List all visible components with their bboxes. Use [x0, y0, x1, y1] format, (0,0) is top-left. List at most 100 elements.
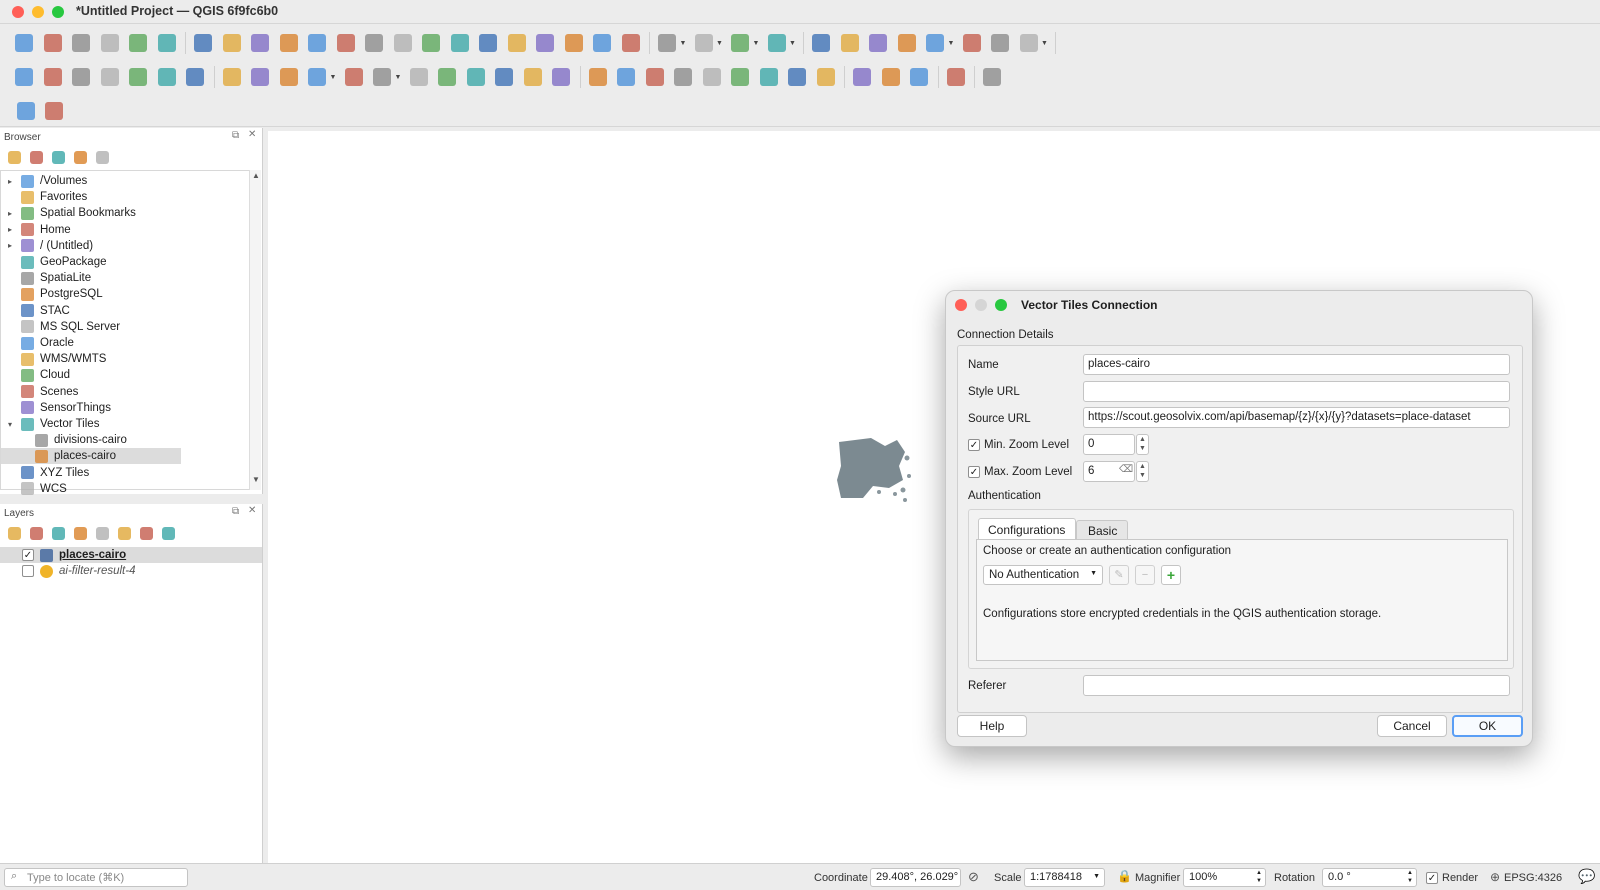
- max-zoom-checkbox[interactable]: ✓: [968, 466, 980, 478]
- pin-label-button[interactable]: [700, 65, 724, 89]
- digitize-button[interactable]: [305, 65, 329, 89]
- lock-scale-icon[interactable]: 🔒: [1117, 869, 1132, 883]
- style-url-field[interactable]: [1083, 381, 1510, 402]
- browser-item[interactable]: XYZ Tiles: [1, 465, 251, 481]
- browser-item[interactable]: Favorites: [1, 189, 251, 205]
- rotation-field[interactable]: 0.0 ° ▲ ▼: [1322, 868, 1417, 887]
- dialog-maximize-button[interactable]: [995, 299, 1007, 311]
- zoom-full-button[interactable]: [305, 31, 329, 55]
- refresh-button[interactable]: [619, 31, 643, 55]
- float-panel-icon[interactable]: ⧉: [232, 506, 239, 517]
- current-edits-button[interactable]: [248, 65, 272, 89]
- edit-auth-icon[interactable]: ✎: [1109, 565, 1129, 585]
- plugin-paint-button[interactable]: [42, 99, 66, 123]
- processing-toolbox-button[interactable]: [866, 31, 890, 55]
- messages-icon[interactable]: 💬: [1578, 868, 1595, 885]
- select-by-location-button[interactable]: [765, 31, 789, 55]
- undo-button[interactable]: [521, 65, 545, 89]
- browser-item[interactable]: Scenes: [1, 384, 251, 400]
- plugin-search-button[interactable]: [14, 99, 38, 123]
- chevron-down-icon[interactable]: ▼: [1041, 40, 1048, 47]
- save-as-button[interactable]: [98, 31, 122, 55]
- remove-layer-icon[interactable]: [162, 527, 175, 540]
- new-shapefile-button[interactable]: [69, 65, 93, 89]
- expand-arrow-icon[interactable]: ▸: [5, 177, 15, 186]
- manage-map-themes-icon[interactable]: [52, 527, 65, 540]
- toggle-editing-button[interactable]: [220, 65, 244, 89]
- clear-field-icon[interactable]: ⌫: [1119, 464, 1133, 475]
- browser-item[interactable]: divisions-cairo: [1, 432, 251, 448]
- copy-features-button[interactable]: [464, 65, 488, 89]
- float-panel-icon[interactable]: ⧉: [232, 130, 239, 141]
- help-button[interactable]: [980, 65, 1004, 89]
- chevron-down-icon[interactable]: ▼: [948, 40, 955, 47]
- browser-item[interactable]: GeoPackage: [1, 254, 251, 270]
- new-map-view-button[interactable]: [476, 31, 500, 55]
- browser-item[interactable]: PostgreSQL: [1, 286, 251, 302]
- browser-item[interactable]: WMS/WMTS: [1, 351, 251, 367]
- open-layer-styling-icon[interactable]: [8, 527, 21, 540]
- browser-item[interactable]: WCS: [1, 481, 251, 497]
- browser-item[interactable]: ▾ Vector Tiles: [1, 416, 251, 432]
- metasearch-button[interactable]: [850, 65, 874, 89]
- pan-to-selection-button[interactable]: [220, 31, 244, 55]
- chevron-down-icon[interactable]: ▼: [753, 40, 760, 47]
- browser-item[interactable]: ▸ /Volumes: [1, 173, 251, 189]
- browser-item[interactable]: places-cairo: [1, 448, 181, 465]
- browser-item[interactable]: STAC: [1, 303, 251, 319]
- chevron-down-icon[interactable]: ▼: [789, 40, 796, 47]
- max-zoom-spinner[interactable]: ▲ ▼: [1136, 461, 1149, 482]
- properties-icon[interactable]: [96, 151, 109, 164]
- open-project-button[interactable]: [41, 31, 65, 55]
- show-hide-label-button[interactable]: [728, 65, 752, 89]
- add-vector-button[interactable]: [12, 65, 36, 89]
- expand-arrow-icon[interactable]: ▸: [5, 225, 15, 234]
- zoom-to-layer-button[interactable]: [362, 31, 386, 55]
- ok-button[interactable]: OK: [1452, 715, 1523, 737]
- zoom-in-button[interactable]: [248, 31, 272, 55]
- maximize-window-button[interactable]: [52, 6, 64, 18]
- expand-arrow-icon[interactable]: ▾: [5, 420, 15, 429]
- zoom-native-button[interactable]: [391, 31, 415, 55]
- cut-features-button[interactable]: [435, 65, 459, 89]
- scroll-up-icon[interactable]: ▲: [252, 171, 260, 180]
- source-url-field[interactable]: https://scout.geosolvix.com/api/basemap/…: [1083, 407, 1510, 428]
- locator-search-input[interactable]: ⌕ Type to locate (⌘K): [4, 868, 188, 887]
- new-virtual-layer-button[interactable]: [155, 65, 179, 89]
- expand-all-icon[interactable]: [118, 527, 131, 540]
- magnifier-spinner[interactable]: ▲ ▼: [1256, 869, 1262, 885]
- chevron-down-icon[interactable]: ▼: [330, 74, 337, 81]
- layer-visibility-checkbox[interactable]: ✓: [22, 549, 34, 561]
- browser-item[interactable]: ▸ Spatial Bookmarks: [1, 205, 251, 221]
- browser-item[interactable]: SpatiaLite: [1, 270, 251, 286]
- chevron-down-icon[interactable]: ▼: [680, 40, 687, 47]
- identify-button[interactable]: [809, 31, 833, 55]
- filter-icon[interactable]: [52, 151, 65, 164]
- scale-field[interactable]: 1:1788418 ▼: [1024, 868, 1105, 887]
- collapse-all-icon[interactable]: [140, 527, 153, 540]
- min-zoom-checkbox[interactable]: ✓: [968, 439, 980, 451]
- select-features-button[interactable]: [655, 31, 679, 55]
- close-panel-icon[interactable]: ✕: [248, 129, 256, 140]
- browser-item[interactable]: Cloud: [1, 367, 251, 383]
- select-by-value-button[interactable]: [728, 31, 752, 55]
- crs-button[interactable]: EPSG:4326: [1504, 872, 1562, 884]
- browser-item[interactable]: SensorThings: [1, 400, 251, 416]
- toggle-labels-button[interactable]: [671, 65, 695, 89]
- show-bookmarks-button[interactable]: [562, 31, 586, 55]
- layer-visibility-checkbox[interactable]: [22, 565, 34, 577]
- add-layer-icon[interactable]: [8, 151, 21, 164]
- auth-config-select[interactable]: No Authentication ▼: [983, 565, 1103, 585]
- close-panel-icon[interactable]: ✕: [248, 505, 256, 516]
- pan-button[interactable]: [191, 31, 215, 55]
- new-mesh-button[interactable]: [183, 65, 207, 89]
- toggle-coordinate-icon[interactable]: ⊘: [968, 869, 979, 885]
- render-checkbox[interactable]: ✓: [1426, 872, 1438, 884]
- move-label-button[interactable]: [757, 65, 781, 89]
- chevron-down-icon[interactable]: ▼: [716, 40, 723, 47]
- referer-field[interactable]: [1083, 675, 1510, 696]
- expression-filter-icon[interactable]: [96, 527, 109, 540]
- new-spatialite-button[interactable]: [126, 65, 150, 89]
- browser-item[interactable]: ▸ Home: [1, 222, 251, 238]
- scroll-down-icon[interactable]: ▼: [252, 475, 260, 484]
